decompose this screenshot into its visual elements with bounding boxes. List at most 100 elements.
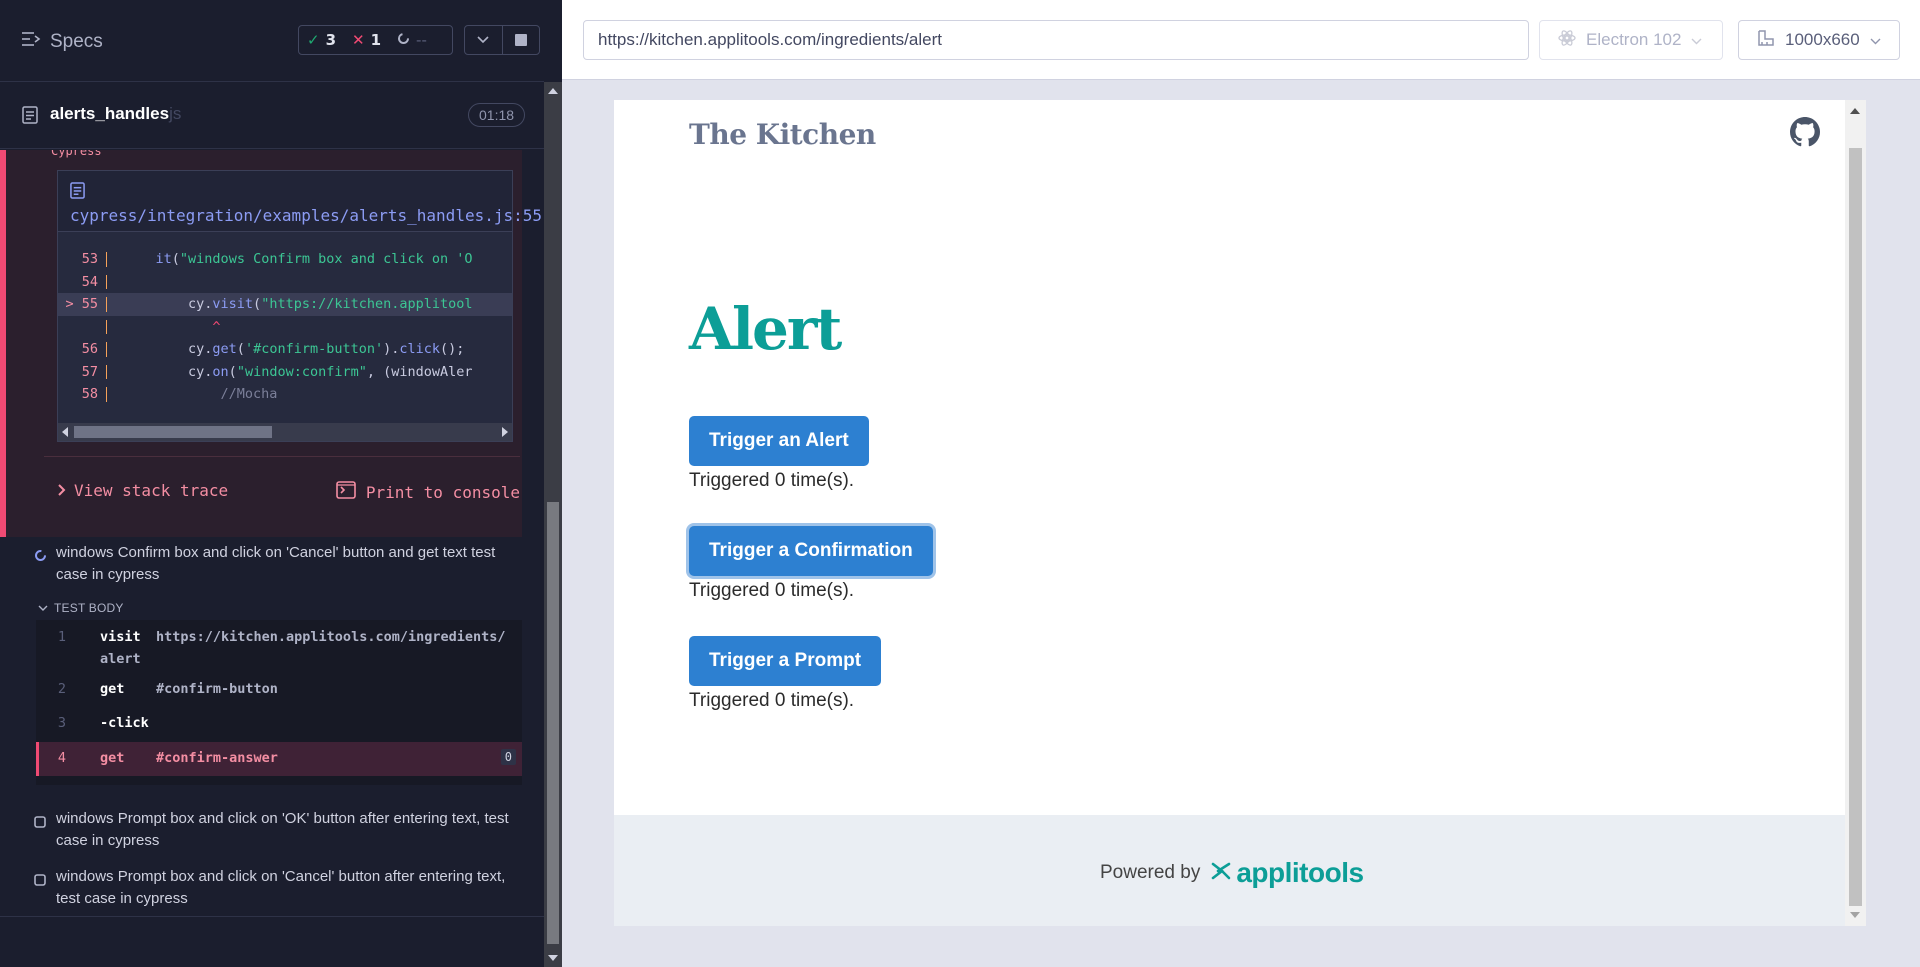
scroll-down-arrow[interactable] xyxy=(1850,912,1860,918)
code-frame-file-link[interactable]: cypress/integration/examples/alerts_hand… xyxy=(58,171,544,232)
test-confirm-cancel[interactable]: windows Confirm box and click on 'Cancel… xyxy=(34,542,524,586)
pending-stat[interactable]: -- xyxy=(389,31,435,49)
code-gutter-bar xyxy=(106,387,107,402)
applitools-logo[interactable]: applitools xyxy=(1210,857,1364,889)
code-token: ). xyxy=(383,341,400,357)
aut-panel: https://kitchen.applitools.com/ingredien… xyxy=(562,0,1920,967)
command-number: 2 xyxy=(57,681,66,697)
test-prompt-ok[interactable]: windows Prompt box and click on 'OK' but… xyxy=(34,808,524,852)
url-bar[interactable]: https://kitchen.applitools.com/ingredien… xyxy=(583,20,1529,60)
code-token: (); xyxy=(440,341,465,357)
trigger-alert-button[interactable]: Trigger an Alert xyxy=(689,416,869,466)
code-gutter-bar xyxy=(106,297,107,312)
trigger-confirmation-button[interactable]: Trigger a Confirmation xyxy=(689,526,933,576)
browser-selector[interactable]: Electron 102 xyxy=(1539,20,1723,60)
error-block: Cypress cypress/integration/examples/ale… xyxy=(0,150,544,537)
divider xyxy=(0,916,544,917)
chevron-down-icon xyxy=(477,31,489,49)
code-line-source: //Mocha xyxy=(123,383,278,406)
code-token: ( xyxy=(253,296,262,312)
passed-stat[interactable]: ✓ 3 xyxy=(299,31,344,49)
code-gutter-bar xyxy=(106,319,107,334)
code-line: 57 cy.on("window:confirm", (windowAler xyxy=(58,361,512,384)
scroll-thumb[interactable] xyxy=(74,426,272,438)
site-logo[interactable]: The Kitchen xyxy=(689,118,876,151)
spec-name: alerts_handlesjs xyxy=(50,104,181,124)
scroll-up-arrow[interactable] xyxy=(548,88,558,94)
viewport-selector[interactable]: 1000x660 xyxy=(1738,20,1900,60)
scroll-thumb[interactable] xyxy=(547,502,559,944)
scroll-right-arrow[interactable] xyxy=(502,427,508,437)
code-token: on xyxy=(212,363,229,380)
code-line-source: cy.get('#confirm-button').click(); xyxy=(123,338,464,361)
command-arg: #confirm-answer xyxy=(156,750,278,766)
test-title: windows Prompt box and click on 'OK' but… xyxy=(56,810,509,849)
command-row[interactable]: 1 visit https://kitchen.applitools.com/i… xyxy=(36,620,522,673)
file-icon xyxy=(70,182,85,205)
test-title: windows Confirm box and click on 'Cancel… xyxy=(56,544,496,583)
reporter-controls xyxy=(464,25,540,55)
code-token: ( xyxy=(236,341,245,357)
command-row[interactable]: 2 get #confirm-button xyxy=(36,673,522,707)
aut-iframe: The Kitchen Alert Trigger an Alert Trigg… xyxy=(614,100,1866,926)
command-row[interactable]: 3 -click xyxy=(36,707,522,741)
options-dropdown-button[interactable] xyxy=(465,26,502,54)
stop-button[interactable] xyxy=(501,26,540,54)
pending-test-icon xyxy=(34,813,46,835)
code-line-number: 54 xyxy=(81,273,98,290)
spec-extension: js xyxy=(169,104,182,123)
test-body-toggle[interactable]: TEST BODY xyxy=(38,601,124,615)
print-to-console-label: Print to console xyxy=(365,482,520,502)
check-icon: ✓ xyxy=(307,31,320,49)
command-number: 1 xyxy=(57,629,66,645)
powered-by: Powered by applitools xyxy=(1100,857,1364,889)
page-heading: Alert xyxy=(689,295,842,363)
specs-toggle-button[interactable]: Specs xyxy=(20,28,103,56)
prompt-count-text: Triggered 0 time(s). xyxy=(689,690,855,711)
code-token: "window:confirm" xyxy=(236,363,367,380)
code-token: get xyxy=(212,341,237,357)
code-line-source: it("windows Confirm box and click on 'O xyxy=(123,248,473,271)
error-actions: View stack trace Print to console xyxy=(44,456,520,516)
spec-header[interactable]: alerts_handlesjs 01:18 xyxy=(0,83,544,149)
aut-scrollbar[interactable] xyxy=(1845,100,1866,926)
test-prompt-cancel[interactable]: windows Prompt box and click on 'Cancel'… xyxy=(34,866,524,910)
test-stats: ✓ 3 ✕ 1 -- xyxy=(298,25,453,55)
scroll-thumb[interactable] xyxy=(1849,148,1862,906)
command-name: get xyxy=(100,750,125,766)
scroll-left-arrow[interactable] xyxy=(62,427,68,437)
aut-header: https://kitchen.applitools.com/ingredien… xyxy=(562,0,1920,80)
view-stack-trace-button[interactable]: View stack trace xyxy=(58,481,228,500)
specs-label: Specs xyxy=(50,31,103,52)
scroll-down-arrow[interactable] xyxy=(548,955,558,961)
code-gutter-bar xyxy=(106,342,107,357)
code-gutter-bar xyxy=(106,274,107,289)
code-line-number: > 55 xyxy=(65,296,98,312)
code-frame-scrollbar[interactable] xyxy=(58,423,512,441)
code-token: ^ xyxy=(123,318,221,335)
applitools-icon xyxy=(1210,857,1232,889)
print-to-console-button[interactable]: Print to console xyxy=(336,481,520,503)
command-log: 1 visit https://kitchen.applitools.com/i… xyxy=(36,620,522,785)
reporter-scrollbar[interactable] xyxy=(544,82,562,967)
trigger-prompt-button[interactable]: Trigger a Prompt xyxy=(689,636,882,686)
file-icon xyxy=(22,106,38,129)
running-spinner-icon xyxy=(34,547,47,569)
browser-label: Electron 102 xyxy=(1586,30,1682,49)
code-token: "windows Confirm box and click on 'O xyxy=(179,251,473,267)
failed-count: 1 xyxy=(370,31,382,49)
alert-count-text: Triggered 0 time(s). xyxy=(689,470,855,491)
command-number: 4 xyxy=(57,750,66,766)
ruler-icon xyxy=(1757,29,1775,52)
github-icon[interactable] xyxy=(1790,117,1820,152)
site-footer: Powered by applitools xyxy=(614,815,1866,926)
applitools-wordmark: applitools xyxy=(1236,857,1364,888)
passed-count: 3 xyxy=(325,31,337,49)
chevron-down-icon xyxy=(1691,30,1702,50)
failed-stat[interactable]: ✕ 1 xyxy=(344,31,389,49)
scroll-up-arrow[interactable] xyxy=(1850,108,1860,114)
code-token: cy. xyxy=(123,296,213,312)
element-count-badge: 0 xyxy=(500,749,516,765)
command-row-failed[interactable]: 4 get #confirm-answer 0 xyxy=(36,742,522,776)
